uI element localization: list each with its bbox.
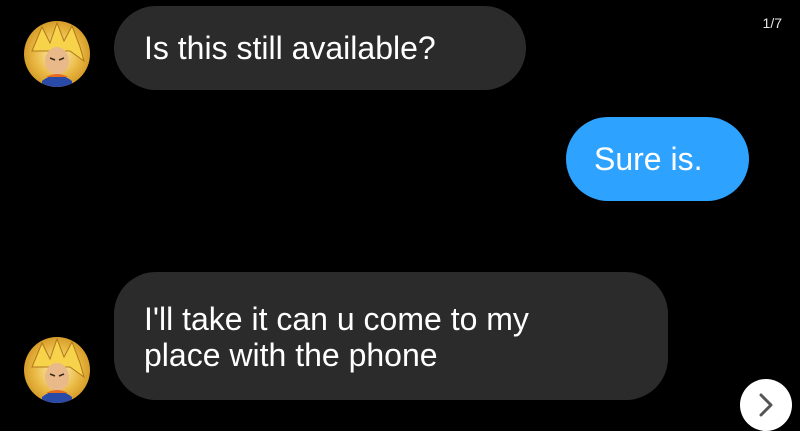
next-button[interactable] — [740, 379, 792, 431]
message-bubble-incoming[interactable]: I'll take it can u come to my place with… — [114, 272, 668, 400]
avatar-image — [24, 21, 90, 87]
page-indicator: 1/7 — [762, 15, 782, 31]
sender-avatar[interactable] — [24, 337, 90, 403]
message-bubble-incoming[interactable]: Is this still available? — [114, 6, 526, 90]
avatar-image — [24, 337, 90, 403]
message-bubble-outgoing[interactable]: Sure is. — [566, 117, 749, 201]
chevron-right-icon — [759, 393, 773, 417]
sender-avatar[interactable] — [24, 21, 90, 87]
